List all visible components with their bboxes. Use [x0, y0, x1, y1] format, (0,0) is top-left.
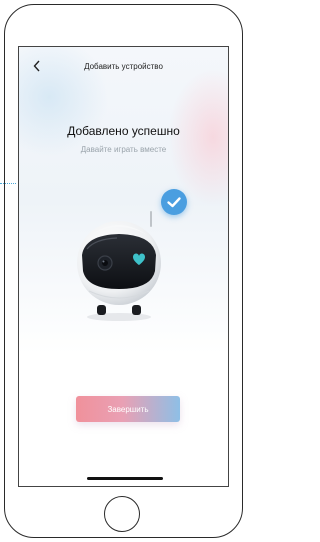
home-button[interactable]	[104, 496, 140, 532]
page-title: Добавить устройство	[84, 62, 163, 71]
robot-device-image	[77, 211, 161, 321]
connector-dotted-line	[0, 183, 16, 184]
checkmark-icon	[167, 197, 181, 208]
checkmark-badge	[161, 189, 187, 215]
success-subtitle: Давайте играть вместе	[80, 145, 167, 154]
success-headline: Добавлено успешно	[67, 124, 180, 138]
finish-button[interactable]: Завершить	[76, 396, 180, 422]
navigation-bar: Добавить устройство	[19, 59, 228, 77]
home-indicator	[87, 477, 163, 480]
app-screen: Добавить устройство Добавлено успешно Да…	[18, 46, 229, 487]
